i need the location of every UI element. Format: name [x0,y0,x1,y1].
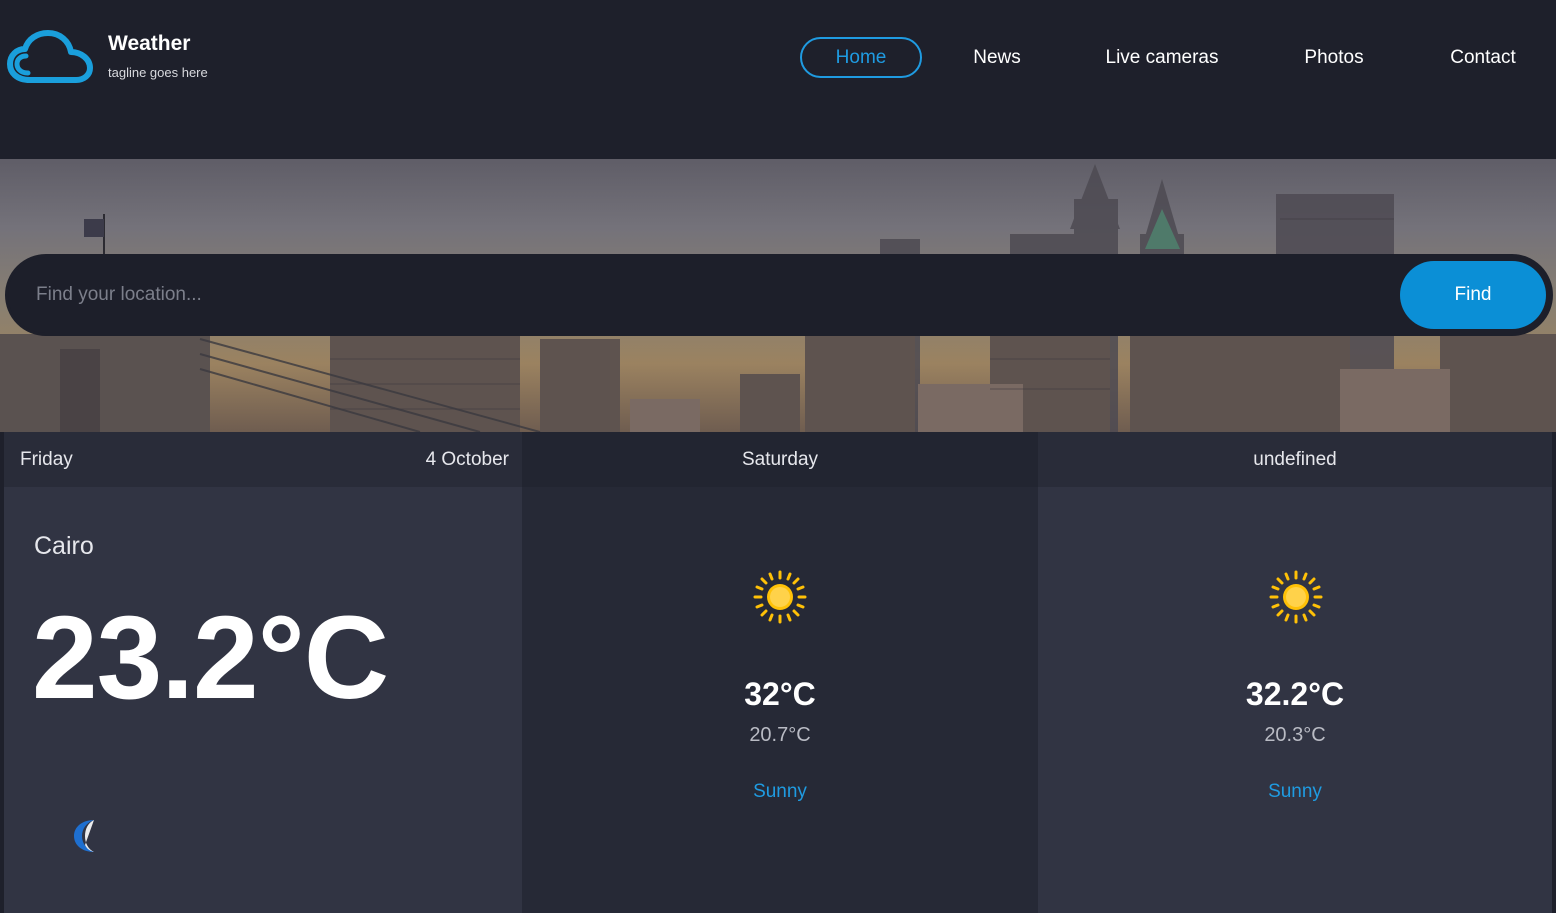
nav-item-photos[interactable]: Photos [1296,37,1372,78]
sun-icon [1269,570,1323,624]
forecast-condition: Sunny [1268,781,1322,802]
hero-banner: Find [0,159,1556,432]
forecast-card-2: undefined 32.2°C 20.3°C Sunny [1038,432,1552,913]
today-card: Friday 4 October Cairo 23.2°C [4,432,522,913]
forecast-max-temp: 32.2°C [1245,676,1345,712]
today-day-name: Friday [20,449,73,470]
main-nav: Home News Live cameras Photos Contact [0,37,1556,78]
today-date: 4 October [425,449,509,470]
location-search-input[interactable] [36,275,1336,315]
city-name: Cairo [34,532,94,560]
forecast-min-temp: 20.3°C [1264,724,1326,746]
current-temperature: 23.2°C [32,592,389,724]
site-header: Weather tagline goes here Home News Live… [0,0,1556,159]
search-bar: Find [5,254,1553,336]
moon-icon [74,820,94,852]
nav-item-news[interactable]: News [962,37,1032,78]
sun-icon [753,570,807,624]
nav-item-home[interactable]: Home [800,37,922,78]
forecast-day-name: Saturday [522,432,1038,487]
forecast-day-name: undefined [1038,432,1552,487]
forecast-container: Friday 4 October Cairo 23.2°C Saturday 3… [4,432,1552,913]
find-button[interactable]: Find [1400,261,1546,329]
forecast-condition: Sunny [753,781,807,802]
forecast-max-temp: 32°C [744,676,816,712]
forecast-min-temp: 20.7°C [749,724,811,746]
nav-item-live-cameras[interactable]: Live cameras [1098,37,1226,78]
today-header: Friday 4 October [4,432,522,487]
forecast-card-1: Saturday 32°C 20.7°C Sunny [522,432,1038,913]
nav-item-contact[interactable]: Contact [1440,37,1526,78]
